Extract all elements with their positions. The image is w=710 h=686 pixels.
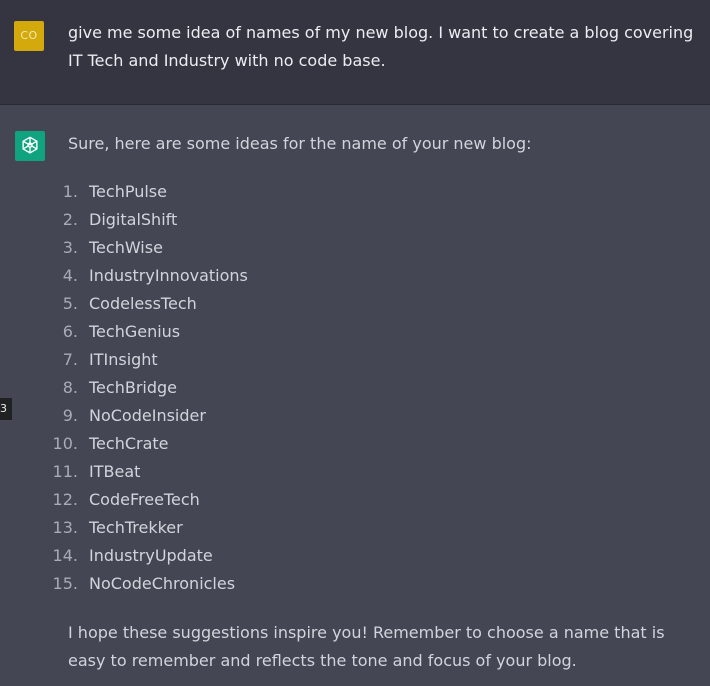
list-item-number: 6. — [62, 322, 78, 341]
list-item-number: 2. — [62, 210, 78, 229]
list-item-number: 8. — [62, 378, 78, 397]
list-item: 13. TechTrekker — [0, 514, 400, 542]
list-item-label: NoCodeChronicles — [89, 574, 236, 593]
list-item-label: ITInsight — [89, 350, 158, 369]
list-item-number: 9. — [62, 406, 78, 425]
list-item-number: 11. — [52, 462, 78, 481]
list-item-number: 12. — [52, 490, 78, 509]
list-item-label: TechCrate — [89, 434, 169, 453]
list-item: 12. CodeFreeTech — [0, 486, 400, 514]
list-item-label: CodeFreeTech — [89, 490, 200, 509]
user-message-row: CO give me some idea of names of my new … — [0, 0, 710, 105]
list-item-number: 14. — [52, 546, 78, 565]
list-item-label: IndustryUpdate — [89, 546, 213, 565]
list-item: 6. TechGenius — [0, 318, 400, 346]
assistant-message-row: Sure, here are some ideas for the name o… — [0, 105, 710, 686]
list-item-number: 4. — [62, 266, 78, 285]
list-item: 2. DigitalShift — [0, 206, 400, 234]
list-item-number: 5. — [62, 294, 78, 313]
list-item: 15. NoCodeChronicles — [0, 570, 400, 598]
list-item: 9. NoCodeInsider — [0, 402, 400, 430]
list-item: 11. ITBeat — [0, 458, 400, 486]
user-message-text: give me some idea of names of my new blo… — [68, 23, 694, 70]
assistant-outro-text: I hope these suggestions inspire you! Re… — [68, 623, 665, 670]
list-item: 10. TechCrate — [0, 430, 400, 458]
list-item-label: TechWise — [89, 238, 163, 257]
list-item-label: IndustryInnovations — [89, 266, 248, 285]
list-item-label: TechTrekker — [89, 518, 183, 537]
list-item-number: 13. — [52, 518, 78, 537]
list-item-label: DigitalShift — [89, 210, 178, 229]
list-item-number: 15. — [52, 574, 78, 593]
list-item-label: TechBridge — [89, 378, 177, 397]
list-item: 4. IndustryInnovations — [0, 262, 400, 290]
list-item-label: ITBeat — [89, 462, 141, 481]
list-item-number: 7. — [62, 350, 78, 369]
list-item: 3. TechWise — [0, 234, 400, 262]
list-item-number: 3. — [62, 238, 78, 257]
assistant-intro-text: Sure, here are some ideas for the name o… — [68, 134, 532, 153]
list-item: 5. CodelessTech — [0, 290, 400, 318]
list-item: 14. IndustryUpdate — [0, 542, 400, 570]
blog-name-list: 1. TechPulse 2. DigitalShift 3. TechWise 4.… — [0, 178, 400, 598]
side-tab[interactable]: 3 — [0, 398, 12, 420]
openai-logo-icon — [22, 136, 38, 154]
list-item: 1. TechPulse — [0, 178, 400, 206]
list-item-label: TechPulse — [89, 182, 167, 201]
list-item-label: TechGenius — [89, 322, 181, 341]
list-item: 8. TechBridge — [0, 374, 400, 402]
user-avatar: CO — [14, 21, 44, 51]
list-item-number: 1. — [62, 182, 78, 201]
list-item-number: 10. — [52, 434, 78, 453]
list-item: 7. ITInsight — [0, 346, 400, 374]
list-item-label: NoCodeInsider — [89, 406, 206, 425]
assistant-avatar — [15, 131, 45, 161]
list-item-label: CodelessTech — [89, 294, 197, 313]
